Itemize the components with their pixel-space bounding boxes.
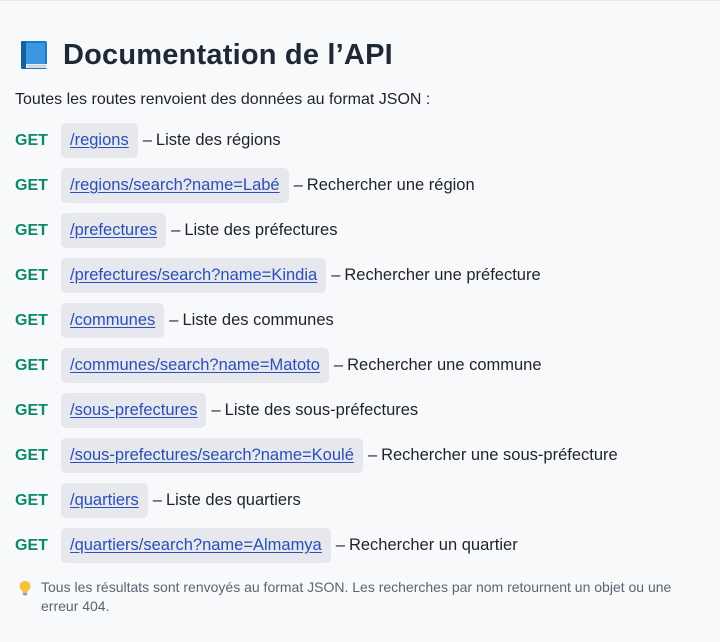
route-path-link[interactable]: /prefectures/search?name=Kindia <box>70 266 317 284</box>
lightbulb-icon <box>18 580 32 596</box>
route-path-chip: /quartiers <box>61 483 148 518</box>
route-row: GET/regions/search?name=Labé – Rechercher … <box>15 163 705 208</box>
route-path-chip: /communes/search?name=Matoto <box>61 348 329 383</box>
route-path-link[interactable]: /quartiers/search?name=Almamya <box>70 536 322 554</box>
route-description: Rechercher un quartier <box>348 536 518 554</box>
route-path-chip: /sous-prefectures/search?name=Koulé <box>61 438 363 473</box>
separator-dash: – <box>171 221 181 239</box>
page-header: Documentation de l’API <box>15 35 705 75</box>
route-description: Rechercher une région <box>306 176 475 194</box>
route-description: Liste des sous-préfectures <box>224 401 419 419</box>
route-row: GET/sous-prefectures/search?name=Koulé – R… <box>15 433 705 478</box>
separator-dash: – <box>367 446 378 464</box>
route-path-link[interactable]: /quartiers <box>70 491 139 509</box>
route-row: GET/prefectures/search?name=Kindia – Reche… <box>15 253 705 298</box>
route-path-link[interactable]: /prefectures <box>70 221 157 239</box>
route-row: GET/prefectures – Liste des préfectures <box>15 208 705 253</box>
http-method: GET <box>15 311 48 329</box>
route-path-link[interactable]: /communes <box>70 311 155 329</box>
route-row: GET/sous-prefectures – Liste des sous-préf… <box>15 388 705 433</box>
separator-dash: – <box>331 266 341 284</box>
separator-dash: – <box>152 491 162 509</box>
http-method: GET <box>15 356 48 374</box>
separator-dash: – <box>333 356 344 374</box>
info-note: Tous les résultats sont renvoyés au form… <box>15 578 705 616</box>
route-description: Liste des préfectures <box>184 221 338 239</box>
route-path-chip: /sous-prefectures <box>61 393 207 428</box>
route-row: GET/communes – Liste des communes <box>15 298 705 343</box>
http-method: GET <box>15 491 48 509</box>
http-method: GET <box>15 266 48 284</box>
route-description: Rechercher une sous-préfecture <box>381 446 618 464</box>
route-path-chip: /communes <box>61 303 165 338</box>
route-row: GET/communes/search?name=Matoto – Recherch… <box>15 343 705 388</box>
note-text: Tous les résultats sont renvoyés au form… <box>41 579 672 614</box>
route-path-link[interactable]: /sous-prefectures <box>70 401 197 419</box>
route-path-chip: /regions <box>61 123 138 158</box>
http-method: GET <box>15 221 48 239</box>
route-list: GET/regions – Liste des régions GET/regions… <box>15 118 705 568</box>
route-path-link[interactable]: /regions/search?name=Labé <box>70 176 280 194</box>
separator-dash: – <box>211 401 221 419</box>
separator-dash: – <box>142 131 152 149</box>
http-method: GET <box>15 536 48 554</box>
http-method: GET <box>15 446 48 464</box>
route-description: Liste des régions <box>155 131 281 149</box>
route-description: Liste des quartiers <box>165 491 301 509</box>
route-path-chip: /regions/search?name=Labé <box>61 168 289 203</box>
route-row: GET/quartiers – Liste des quartiers <box>15 478 705 523</box>
separator-dash: – <box>169 311 179 329</box>
http-method: GET <box>15 131 48 149</box>
route-description: Rechercher une préfecture <box>344 266 541 284</box>
route-description: Liste des communes <box>182 311 334 329</box>
page-title: Documentation de l’API <box>63 38 393 71</box>
route-description: Rechercher une commune <box>347 356 542 374</box>
intro-text: Toutes les routes renvoient des données … <box>15 91 431 108</box>
http-method: GET <box>15 176 48 194</box>
route-path-link[interactable]: /sous-prefectures/search?name=Koulé <box>70 446 354 464</box>
route-path-chip: /prefectures <box>61 213 167 248</box>
route-path-link[interactable]: /communes/search?name=Matoto <box>70 356 320 374</box>
route-path-link[interactable]: /regions <box>70 131 129 149</box>
route-path-chip: /quartiers/search?name=Almamya <box>61 528 331 563</box>
route-row: GET/regions – Liste des régions <box>15 118 705 163</box>
route-path-chip: /prefectures/search?name=Kindia <box>61 258 327 293</box>
separator-dash: – <box>335 536 345 554</box>
route-row: GET/quartiers/search?name=Almamya – Recher… <box>15 523 705 568</box>
http-method: GET <box>15 401 48 419</box>
book-icon <box>20 40 48 70</box>
separator-dash: – <box>293 176 303 194</box>
api-documentation: Documentation de l’API Toutes les routes… <box>0 35 720 616</box>
